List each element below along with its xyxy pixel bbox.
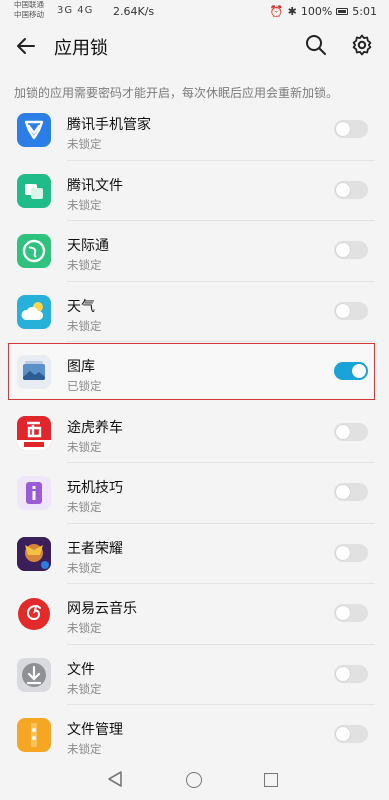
- carrier-1: 中国联通: [14, 0, 44, 9]
- battery-icon: [336, 8, 349, 15]
- triangle-back-icon: [108, 771, 122, 787]
- files-icon: [17, 657, 51, 692]
- app-name: 途虎养车: [67, 419, 123, 436]
- back-arrow-icon: [17, 38, 35, 54]
- tuhu-icon: [17, 415, 51, 450]
- weather-icon: [17, 294, 51, 329]
- status-bar: 中国联通 中国移动 3G 4G 2.64K/s ⏰ ✱ 100% 5:01: [0, 0, 389, 24]
- app-name: 腾讯文件: [67, 177, 123, 194]
- list-item[interactable]: 文件管理 未锁定: [0, 705, 389, 766]
- nav-recents-button[interactable]: [264, 773, 278, 787]
- netease-music-icon: [17, 597, 51, 631]
- page-title: 应用锁: [54, 38, 108, 59]
- signal-icon: 3G 4G: [57, 5, 94, 16]
- tencent-manager-icon: [17, 113, 51, 147]
- lock-toggle[interactable]: [334, 301, 368, 320]
- lock-toggle[interactable]: [334, 664, 368, 683]
- app-name: 文件管理: [67, 722, 123, 738]
- app-name: 天际通: [67, 238, 109, 254]
- honor-of-kings-icon: [17, 536, 51, 571]
- alarm-icon: ⏰: [269, 5, 284, 18]
- lock-status: 未锁定: [67, 500, 102, 514]
- nav-back-button[interactable]: [107, 770, 123, 792]
- list-item[interactable]: 玩机技巧 未锁定: [0, 463, 389, 524]
- battery-percent: 100%: [300, 5, 333, 18]
- lock-toggle[interactable]: [334, 362, 368, 380]
- settings-button[interactable]: [350, 33, 374, 57]
- lock-toggle[interactable]: [334, 483, 368, 501]
- lock-status: 未锁定: [67, 621, 102, 635]
- app-name: 网易云音乐: [67, 601, 137, 617]
- lock-status: 未锁定: [67, 439, 102, 454]
- list-item[interactable]: 腾讯文件 未锁定: [0, 161, 389, 221]
- nav-home-button[interactable]: [186, 772, 202, 788]
- app-name: 玩机技巧: [67, 480, 123, 496]
- search-icon: [306, 35, 326, 55]
- list-item[interactable]: 腾讯手机管家 未锁定: [0, 100, 389, 161]
- lock-status: 未锁定: [67, 681, 102, 696]
- lock-status: 未锁定: [67, 560, 102, 575]
- app-name: 图库: [67, 359, 95, 375]
- gear-icon: [352, 34, 372, 56]
- lock-status: 已锁定: [67, 379, 102, 393]
- lock-toggle[interactable]: [334, 241, 368, 259]
- list-item[interactable]: 文件 未锁定: [0, 645, 389, 705]
- lock-toggle[interactable]: [334, 180, 368, 199]
- gallery-icon: [17, 355, 51, 389]
- file-manager-icon: [17, 718, 51, 752]
- app-name: 天气: [67, 298, 95, 315]
- list-item[interactable]: 图库 已锁定: [0, 342, 389, 403]
- list-item[interactable]: 天际通 未锁定: [0, 221, 389, 282]
- app-name: 文件: [67, 661, 95, 678]
- lock-status: 未锁定: [67, 258, 102, 272]
- list-item[interactable]: 天气 未锁定: [0, 282, 389, 342]
- list-item[interactable]: 途虎养车 未锁定: [0, 403, 389, 463]
- net-speed: 2.64K/s: [113, 5, 155, 18]
- search-button[interactable]: [304, 33, 328, 57]
- system-nav-bar: [0, 760, 389, 800]
- app-name: 王者荣耀: [67, 540, 123, 557]
- carrier-2: 中国移动: [14, 10, 44, 19]
- lock-status: 未锁定: [67, 318, 102, 333]
- lock-toggle[interactable]: [334, 120, 368, 138]
- tencent-file-icon: [17, 173, 51, 208]
- lock-toggle[interactable]: [334, 543, 368, 562]
- lock-toggle[interactable]: [334, 725, 368, 743]
- lock-toggle[interactable]: [334, 422, 368, 441]
- app-name: 腾讯手机管家: [67, 117, 151, 133]
- bluetooth-icon: ✱: [287, 5, 297, 18]
- lock-hint-text: 加锁的应用需要密码才能开启，每次休眠后应用会重新加锁。: [14, 86, 339, 100]
- tianjitong-icon: [17, 234, 51, 268]
- lock-toggle[interactable]: [334, 604, 368, 622]
- list-item[interactable]: 王者荣耀 未锁定: [0, 524, 389, 584]
- back-button[interactable]: [14, 34, 38, 58]
- tips-icon: [17, 476, 51, 510]
- app-bar: 应用锁: [0, 24, 389, 68]
- app-lock-list: 腾讯手机管家 未锁定 腾讯文件 未锁定 天际通 未锁定 天气 未锁定 图库 已锁…: [0, 100, 389, 766]
- clock: 5:01: [352, 5, 377, 18]
- list-item[interactable]: 网易云音乐 未锁定: [0, 584, 389, 645]
- carrier-info: 中国联通 中国移动: [14, 0, 44, 20]
- lock-status: 未锁定: [67, 137, 102, 151]
- lock-status: 未锁定: [67, 197, 102, 212]
- status-right: ⏰ ✱ 100% 5:01: [270, 5, 377, 18]
- lock-status: 未锁定: [67, 742, 102, 756]
